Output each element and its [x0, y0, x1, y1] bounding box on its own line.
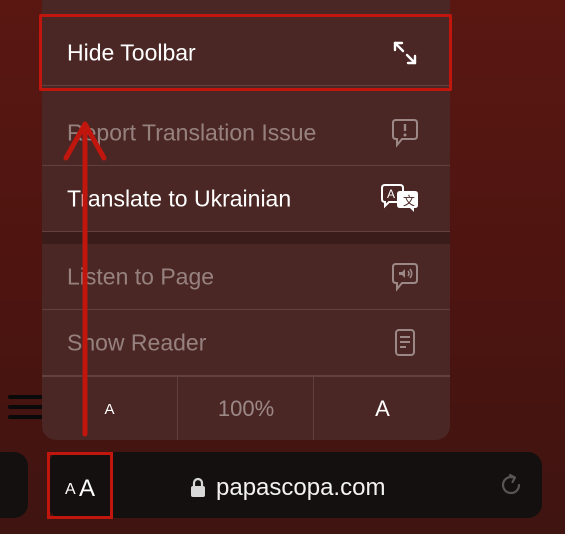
annotation-arrow-icon	[63, 121, 107, 437]
reload-icon[interactable]	[498, 472, 524, 498]
tab-overview-bubble[interactable]	[0, 452, 28, 518]
translate-icon: A文	[380, 183, 420, 214]
increase-font-button[interactable]: A	[313, 377, 450, 440]
background-menu-lines	[8, 395, 44, 425]
lock-icon	[191, 477, 205, 497]
highlight-box-hide-toolbar	[39, 14, 452, 91]
aa-page-settings-button[interactable]: A A	[47, 452, 113, 519]
zoom-level: 100%	[177, 377, 314, 440]
aa-large-letter: A	[79, 475, 96, 502]
aa-small-letter: A	[65, 481, 76, 498]
url-text: papascopa.com	[216, 474, 386, 501]
url-display[interactable]: papascopa.com	[190, 474, 385, 502]
svg-text:A: A	[387, 187, 395, 201]
speaker-bubble-icon	[390, 262, 420, 292]
reader-document-icon	[390, 328, 420, 358]
speech-bubble-exclamation-icon	[390, 118, 420, 148]
svg-text:文: 文	[403, 193, 415, 208]
